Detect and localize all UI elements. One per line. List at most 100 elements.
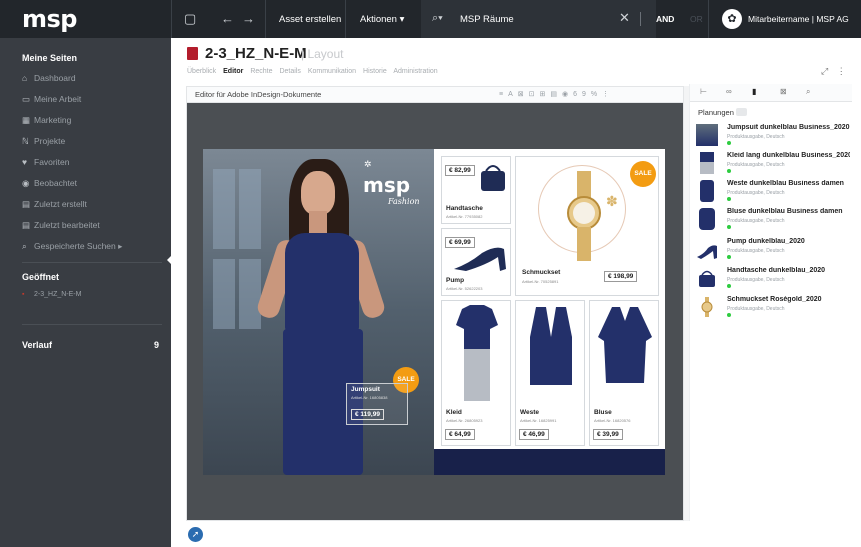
create-asset-button[interactable]: Asset erstellen <box>279 14 341 25</box>
product-number: Artikel-Nr. 77935082 <box>446 214 483 219</box>
user-avatar[interactable]: ✿ <box>722 9 742 29</box>
status-dot <box>727 313 731 317</box>
document-edit-icon: ▤ <box>22 220 31 230</box>
more-options-icon[interactable]: ⋮ <box>602 91 614 98</box>
tab-editor[interactable]: Editor <box>223 68 243 75</box>
product-price: € 198,99 <box>604 271 638 282</box>
panel-toggle-icon[interactable]: ▢ <box>184 11 196 27</box>
product-name: Jumpsuit <box>351 386 380 393</box>
plan-subtitle: Produktausgabe, Deutsch <box>727 248 785 254</box>
zoom-value[interactable]: 69 <box>573 91 591 98</box>
document-page[interactable]: ✲ msp Fashion SALE Jumpsuit Artikel-Nr. … <box>203 149 665 475</box>
sidebar-item-marketing[interactable]: ▦ Marketing <box>22 115 71 126</box>
preview-icon[interactable]: ◉ <box>562 91 573 98</box>
frame-icon[interactable]: ⊠ <box>518 91 529 98</box>
plan-subtitle: Produktausgabe, Deutsch <box>727 190 785 196</box>
plan-subtitle: Produktausgabe, Deutsch <box>727 306 785 312</box>
product-card-kleid[interactable]: Kleid Artikel-Nr. 26805923 € 64,99 <box>441 300 511 446</box>
history-count: 9 <box>154 340 160 350</box>
tab-rechte[interactable]: Rechte <box>250 68 272 75</box>
product-card-pump[interactable]: € 69,99 Pump Artikel-Nr. 52622203 <box>441 228 511 296</box>
divider <box>171 0 172 38</box>
product-card-bluse[interactable]: Bluse Artikel-Nr. 16820576 € 39,99 <box>589 300 659 446</box>
plan-item[interactable]: Schmuckset Roségold_2020 Produktausgabe,… <box>696 294 850 322</box>
product-name: Schmuckset <box>522 269 561 276</box>
msp-logo[interactable]: msp <box>22 5 77 33</box>
history-heading[interactable]: Verlauf <box>22 340 52 350</box>
status-dot <box>727 169 731 173</box>
vest-image <box>530 307 572 385</box>
product-name: Pump <box>446 277 465 284</box>
and-toggle[interactable]: AND <box>656 14 674 24</box>
tab-ueberblick[interactable]: Überblick <box>187 68 216 75</box>
plan-item[interactable]: Bluse dunkelblau Business damen Produkta… <box>696 206 850 234</box>
sidebar-item-gespeicherte-suchen[interactable]: ⌕ Gespeicherte Suchen ▸ <box>22 241 122 252</box>
plan-thumbnail <box>700 180 714 202</box>
product-card-handtasche[interactable]: € 82,99 Handtasche Artikel-Nr. 77935082 <box>441 156 511 224</box>
product-name: Handtasche <box>446 205 483 212</box>
sidebar-item-zuletzt-bearbeitet[interactable]: ▤ Zuletzt bearbeitet <box>22 220 100 231</box>
product-name: Bluse <box>594 409 612 416</box>
plans-heading: Planungen <box>698 108 734 117</box>
list-icon[interactable]: ≡ <box>499 91 508 98</box>
page-icon[interactable]: ▤ <box>550 91 562 98</box>
model-photo[interactable]: ✲ msp Fashion SALE Jumpsuit Artikel-Nr. … <box>203 149 434 475</box>
editor-canvas[interactable]: ✲ msp Fashion SALE Jumpsuit Artikel-Nr. … <box>187 103 683 520</box>
sidebar-item-favoriten[interactable]: ♥ Favoriten <box>22 157 69 167</box>
product-card-schmuckset[interactable]: ✽ SALE Schmuckset Artikel-Nr. 70525891 €… <box>515 156 659 296</box>
plan-item[interactable]: Handtasche dunkelblau_2020 Produktausgab… <box>696 265 850 293</box>
plan-item[interactable]: Kleid lang dunkelblau Business_2020 Prod… <box>696 150 850 178</box>
compass-button[interactable]: ➚ <box>188 527 203 542</box>
user-name[interactable]: Mitarbeitername | MSP AG <box>748 14 849 24</box>
clear-search-icon[interactable]: ✕ <box>619 10 630 26</box>
layout-icon: ▪ <box>22 291 25 298</box>
zoom-unit[interactable]: % <box>591 91 602 98</box>
divider <box>265 0 266 38</box>
subtabs: Überblick Editor Rechte Details Kommunik… <box>187 68 443 75</box>
fit-icon[interactable]: ⊞ <box>540 91 551 98</box>
product-card-weste[interactable]: Weste Artikel-Nr. 16825991 € 46,99 <box>515 300 585 446</box>
product-price: € 39,99 <box>593 429 623 440</box>
opened-item[interactable]: ▪ 2-3_HZ_N-E-M <box>22 291 81 298</box>
document-logo: msp <box>363 173 411 197</box>
search-icon[interactable]: ⌕▾ <box>432 12 443 25</box>
active-indicator <box>167 255 172 265</box>
search-scope-label[interactable]: MSP Räume <box>460 14 514 25</box>
sidebar-item-zuletzt-erstellt[interactable]: ▤ Zuletzt erstellt <box>22 199 87 210</box>
plan-item[interactable]: Pump dunkelblau_2020 Produktausgabe, Deu… <box>696 236 850 264</box>
actions-menu-button[interactable]: Aktionen ▾ <box>360 14 404 25</box>
sidebar-item-projekte[interactable]: ℕ Projekte <box>22 136 65 147</box>
text-icon[interactable]: A <box>508 91 518 98</box>
trash-icon[interactable]: ▮ <box>752 87 756 96</box>
sidebar-item-beobachtet[interactable]: ◉ Beobachtet <box>22 178 77 189</box>
image-icon[interactable]: ⊠ <box>780 87 787 96</box>
tab-details[interactable]: Details <box>279 68 300 75</box>
window <box>213 169 235 249</box>
plan-thumbnail <box>699 208 715 230</box>
or-toggle[interactable]: OR <box>690 14 703 24</box>
more-options-icon[interactable]: ⋮ <box>837 66 846 76</box>
structure-icon[interactable]: ⊢ <box>700 87 707 96</box>
tab-kommunikation[interactable]: Kommunikation <box>308 68 356 75</box>
product-number: Artikel-Nr. 16805838 <box>351 395 388 400</box>
grid-icon: ▦ <box>22 115 31 125</box>
link-icon[interactable]: ∞ <box>726 87 732 96</box>
sidebar-item-meine-arbeit[interactable]: ▭ Meine Arbeit <box>22 94 81 105</box>
plan-thumbnail <box>697 245 717 259</box>
plan-thumbnail <box>700 152 714 174</box>
forward-arrow-icon[interactable]: → <box>242 11 255 26</box>
search-icon[interactable]: ⌕ <box>806 87 810 97</box>
sidebar-item-dashboard[interactable]: ⌂ Dashboard <box>22 73 76 83</box>
back-arrow-icon[interactable]: ← <box>221 11 234 26</box>
product-price: € 82,99 <box>445 165 475 176</box>
plan-item[interactable]: Jumpsuit dunkelblau Business_2020 Produk… <box>696 122 850 150</box>
editor-title: Editor für Adobe InDesign-Dokumente <box>195 90 322 99</box>
plan-item[interactable]: Weste dunkelblau Business damen Produkta… <box>696 178 850 206</box>
image-frame-icon[interactable]: ⊡ <box>529 91 540 98</box>
tab-historie[interactable]: Historie <box>363 68 387 75</box>
tab-administration[interactable]: Administration <box>393 68 437 75</box>
sale-badge: SALE <box>630 161 656 187</box>
jumpsuit-top <box>285 233 359 333</box>
window <box>239 169 261 249</box>
expand-icon[interactable]: ⤢ <box>821 66 828 76</box>
